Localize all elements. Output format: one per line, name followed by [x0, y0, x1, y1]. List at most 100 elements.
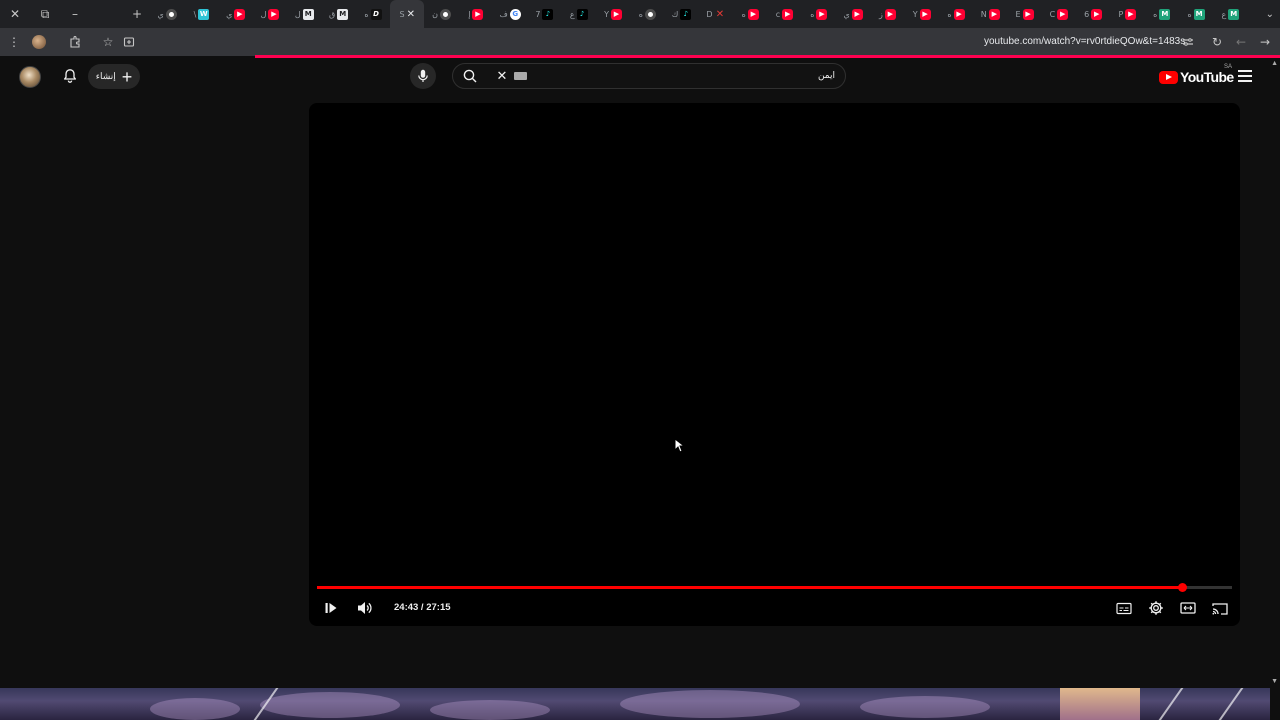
youtube-favicon-icon: ▶ — [472, 8, 484, 20]
plus-icon: + — [121, 66, 133, 87]
video-player[interactable]: 24:43 / 27:15 — [309, 103, 1240, 626]
youtube-favicon-icon: ▶ — [988, 8, 1000, 20]
install-app-icon[interactable] — [120, 28, 138, 56]
browser-tab[interactable]: C ▶ — [1042, 0, 1076, 28]
browser-tab[interactable]: ل ▶ — [253, 0, 287, 28]
scroll-up-icon[interactable]: ▲ — [1271, 60, 1278, 67]
browser-tab[interactable]: إ ▶ — [459, 0, 493, 28]
tab-title: ل — [294, 9, 301, 19]
new-tab-button[interactable]: + — [122, 0, 152, 28]
keyboard-icon[interactable] — [514, 72, 527, 80]
d-favicon-icon: D — [370, 8, 382, 20]
volume-icon — [358, 602, 372, 614]
tab-title: ع — [1221, 9, 1227, 19]
browser-tab[interactable]: قM — [321, 0, 355, 28]
bookmark-star-icon[interactable]: ☆ — [99, 28, 117, 56]
book-favicon-icon: M — [302, 8, 314, 20]
clear-search-icon[interactable]: ✕ — [493, 64, 511, 88]
browser-tab[interactable]: P ▶ — [1110, 0, 1144, 28]
browser-tab[interactable]: ع ♪ — [562, 0, 596, 28]
progress-played — [317, 586, 1182, 589]
browser-tab[interactable]: D ✕ — [699, 0, 733, 28]
m-favicon-icon: M — [1228, 8, 1240, 20]
window-close-icon[interactable]: ✕ — [0, 0, 30, 28]
browser-tab[interactable]: عM — [1213, 0, 1247, 28]
browser-tab[interactable]: هM — [1179, 0, 1213, 28]
youtube-favicon-icon: ▶ — [1057, 8, 1069, 20]
play-button[interactable] — [318, 597, 344, 619]
window-restore-icon[interactable]: ⧉ — [30, 0, 60, 28]
browser-tab[interactable]: 7 ♪ — [527, 0, 561, 28]
video-thumbnail-partial[interactable] — [0, 688, 1270, 720]
search-input[interactable] — [585, 64, 835, 88]
mute-button[interactable] — [352, 597, 378, 619]
guide-menu-icon[interactable] — [1237, 69, 1253, 83]
browser-tab[interactable]: فG — [493, 0, 527, 28]
voice-search-button[interactable] — [410, 63, 436, 89]
youtube-favicon-icon: ▶ — [884, 8, 896, 20]
profile-icon[interactable] — [30, 28, 48, 56]
browser-tab[interactable]: ن — [424, 0, 458, 28]
youtube-favicon-icon: ▶ — [268, 8, 280, 20]
tab-title: P — [1118, 9, 1124, 19]
youtube-logo[interactable]: YouTube SA — [1159, 64, 1234, 86]
browser-tab[interactable]: ه — [630, 0, 664, 28]
youtube-play-icon — [1159, 70, 1178, 84]
tab-title: ي — [843, 9, 850, 19]
progress-bar[interactable] — [317, 583, 1232, 592]
mouse-cursor-icon — [674, 438, 684, 453]
scrubber-handle[interactable] — [1177, 583, 1187, 592]
browser-tab[interactable]: هM — [1145, 0, 1179, 28]
window-minimize-icon[interactable]: – — [60, 0, 90, 28]
tab-title: ق — [329, 9, 336, 19]
browser-tab[interactable]: لM — [287, 0, 321, 28]
tab-title: E — [1015, 9, 1021, 19]
browser-tab[interactable]: ه ▶ — [802, 0, 836, 28]
cast-button[interactable] — [1207, 597, 1233, 619]
site-settings-icon[interactable] — [1180, 28, 1196, 56]
browser-tab[interactable]: c ▶ — [767, 0, 801, 28]
tab-search-chevron-icon[interactable]: ⌄ — [1266, 0, 1274, 28]
x-favicon-icon: ✕ — [715, 8, 725, 20]
browser-tab[interactable]: Y ▶ — [905, 0, 939, 28]
browser-tab[interactable]: E ▶ — [1007, 0, 1041, 28]
browser-tab[interactable]: ه ▶ — [939, 0, 973, 28]
notifications-bell-icon[interactable] — [60, 66, 80, 86]
time-display: 24:43 / 27:15 — [394, 602, 451, 613]
browser-tab[interactable]: ي ▶ — [836, 0, 870, 28]
browser-tab[interactable]: S ✕ — [390, 0, 425, 28]
subtitles-button[interactable] — [1111, 597, 1137, 619]
m-favicon-icon: M — [1159, 8, 1171, 20]
forward-icon[interactable]: ← — [1233, 28, 1249, 56]
tiktok-favicon-icon: ♪ — [542, 8, 554, 20]
browser-tab[interactable]: ي ▶ — [219, 0, 253, 28]
browser-tab[interactable]: ه ▶ — [733, 0, 767, 28]
m-favicon-icon: M — [1193, 8, 1205, 20]
browser-tab[interactable]: هD — [356, 0, 390, 28]
w-favicon-icon: W — [198, 8, 210, 20]
browser-tab[interactable]: 6 ▶ — [1076, 0, 1110, 28]
browser-tab[interactable]: Y ▶ — [596, 0, 630, 28]
create-button[interactable]: إنشاء + — [88, 64, 140, 89]
tab-title: D — [706, 9, 713, 19]
tab-title: \ — [193, 9, 197, 19]
browser-tab[interactable]: ز ▶ — [870, 0, 904, 28]
settings-button[interactable] — [1143, 597, 1169, 619]
scroll-down-icon[interactable]: ▼ — [1271, 678, 1278, 685]
back-icon[interactable]: → — [1257, 28, 1273, 56]
account-avatar[interactable] — [19, 66, 41, 88]
theater-mode-button[interactable] — [1175, 597, 1201, 619]
browser-tab[interactable]: ي — [150, 0, 184, 28]
browser-menu-icon[interactable]: ⋮ — [6, 28, 22, 56]
browser-tab[interactable]: \ W — [184, 0, 218, 28]
browser-tab[interactable]: N ▶ — [973, 0, 1007, 28]
close-tab-icon[interactable]: ✕ — [407, 9, 415, 20]
youtube-favicon-icon: ▶ — [1091, 8, 1103, 20]
search-button[interactable] — [453, 64, 487, 88]
reload-icon[interactable]: ↻ — [1209, 28, 1225, 56]
tab-title: Y — [604, 9, 609, 19]
address-bar-url[interactable]: youtube.com/watch?v=rv0rtdieQOw&t=1483s — [984, 28, 1185, 56]
tab-list: ي \ W ي ▶ ل ▶ ل M ق M ه D S ✕ ن إ ▶ ف G 7 ♪ ع ♪ Y ▶ ه ك ♪ D ✕ ه ▶ c ▶ ه ▶ ي ▶ ز… — [150, 0, 1250, 28]
extensions-icon[interactable] — [66, 28, 84, 56]
browser-tab[interactable]: ك ♪ — [664, 0, 698, 28]
